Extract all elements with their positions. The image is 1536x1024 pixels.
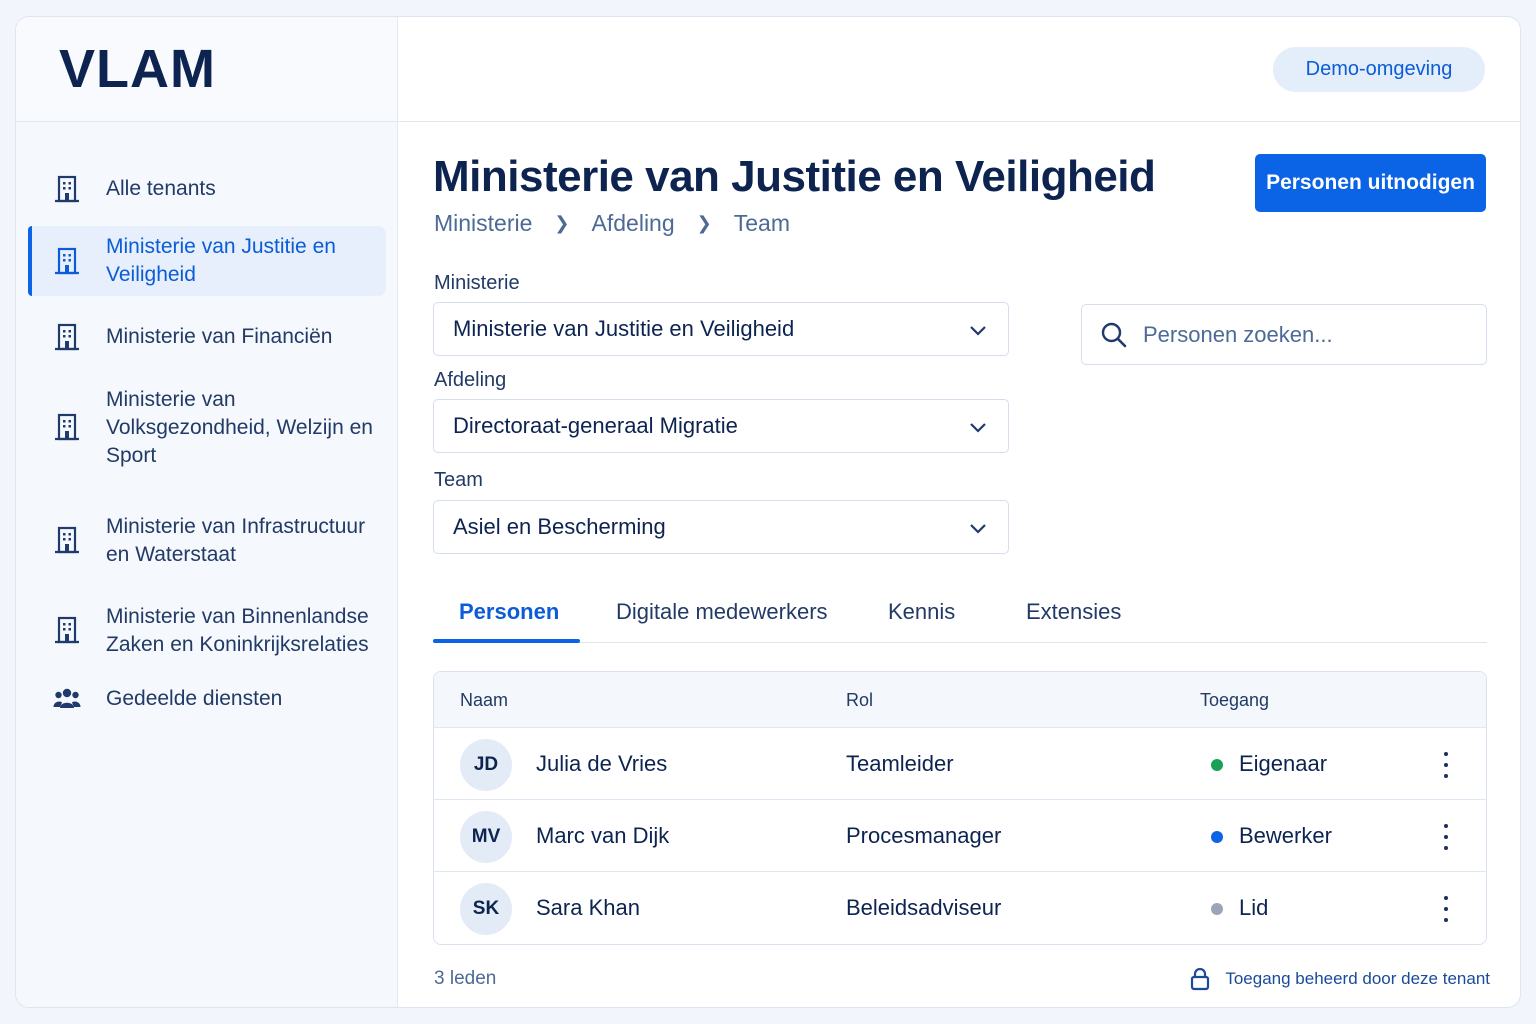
chevron-right-icon: ❯ <box>554 213 570 233</box>
environment-badge: Demo-omgeving <box>1273 47 1485 92</box>
access-note: Toegang beheerd door deze tenant <box>1189 967 1490 991</box>
people-table: Naam Rol Toegang JD Julia de Vries Teaml… <box>433 671 1487 945</box>
building-icon <box>52 615 82 645</box>
active-tab-indicator <box>433 639 580 643</box>
sidebar-item-all-tenants[interactable]: Alle tenants <box>28 169 386 209</box>
avatar: JD <box>460 739 512 791</box>
logo-area: VLAM <box>16 17 397 122</box>
table-row[interactable]: JD Julia de Vries Teamleider Eigenaar <box>434 728 1486 800</box>
breadcrumb-item-ministerie[interactable]: Ministerie <box>434 210 532 237</box>
search-input[interactable] <box>1143 315 1473 355</box>
invite-people-button[interactable]: Personen uitnodigen <box>1255 154 1486 212</box>
member-count: 3 leden <box>434 968 497 989</box>
tab-personen[interactable]: Personen <box>459 599 559 625</box>
person-role: Procesmanager <box>846 823 1002 848</box>
breadcrumb-item-team[interactable]: Team <box>734 210 790 237</box>
team-select-value: Asiel en Bescherming <box>453 514 666 539</box>
avatar: MV <box>460 811 512 863</box>
more-options-icon[interactable] <box>1434 752 1458 778</box>
sidebar-item-label: Ministerie van Justitie en Veiligheid <box>106 235 336 286</box>
building-icon <box>52 525 82 555</box>
building-icon <box>52 322 82 352</box>
access-level: Bewerker <box>1239 823 1332 848</box>
sidebar-item-label: Ministerie van Binnenlandse Zaken en Kon… <box>106 605 369 656</box>
team-label: Team <box>434 469 483 491</box>
column-header-access[interactable]: Toegang <box>1200 690 1269 711</box>
people-search[interactable] <box>1081 304 1487 365</box>
sidebar-item-gedeelde-diensten[interactable]: Gedeelde diensten <box>28 679 386 719</box>
table-header: Naam Rol Toegang <box>434 672 1486 728</box>
chevron-down-icon <box>970 423 986 433</box>
status-dot-icon <box>1211 831 1223 843</box>
breadcrumb-item-afdeling[interactable]: Afdeling <box>592 210 675 237</box>
tab-extensies[interactable]: Extensies <box>1026 599 1121 625</box>
sidebar-item-financien[interactable]: Ministerie van Financiën <box>28 317 386 357</box>
sidebar-item-infrastructuur[interactable]: Ministerie van Infrastructuur en Waterst… <box>28 509 386 571</box>
ministry-label: Ministerie <box>434 272 520 294</box>
chevron-right-icon: ❯ <box>696 213 712 233</box>
sidebar-item-label: Ministerie van Volksgezondheid, Welzijn … <box>106 388 373 467</box>
tab-kennis[interactable]: Kennis <box>888 599 955 625</box>
tab-bar: Personen Digitale medewerkers Kennis Ext… <box>433 587 1487 643</box>
team-select[interactable]: Asiel en Bescherming <box>433 500 1009 554</box>
building-icon <box>52 246 82 276</box>
column-header-name[interactable]: Naam <box>460 690 508 711</box>
sidebar-item-label: Ministerie van Infrastructuur en Waterst… <box>106 515 366 566</box>
top-bar: Demo-omgeving <box>398 17 1520 122</box>
building-icon <box>52 412 82 442</box>
main-content: Ministerie van Justitie en Veiligheid Pe… <box>398 122 1520 1007</box>
access-note-text: Toegang beheerd door deze tenant <box>1225 969 1490 988</box>
chevron-down-icon <box>970 524 986 534</box>
page-title: Ministerie van Justitie en Veiligheid <box>433 152 1156 201</box>
sidebar-item-volksgezondheid[interactable]: Ministerie van Volksgezondheid, Welzijn … <box>28 382 386 472</box>
access-level: Lid <box>1239 895 1269 920</box>
status-dot-icon <box>1211 903 1223 915</box>
avatar: SK <box>460 883 512 935</box>
department-select-value: Directoraat-generaal Migratie <box>453 413 738 438</box>
sidebar-item-justitie[interactable]: Ministerie van Justitie en Veiligheid <box>28 226 386 296</box>
more-options-icon[interactable] <box>1434 824 1458 850</box>
table-row[interactable]: SK Sara Khan Beleidsadviseur Lid <box>434 872 1486 944</box>
department-label: Afdeling <box>434 369 507 391</box>
access-level: Eigenaar <box>1239 751 1328 776</box>
department-select[interactable]: Directoraat-generaal Migratie <box>433 399 1009 453</box>
search-icon <box>1101 322 1127 348</box>
person-name: Marc van Dijk <box>536 823 670 848</box>
sidebar-item-label: Alle tenants <box>106 177 216 200</box>
person-role: Beleidsadviseur <box>846 895 1002 920</box>
column-header-role[interactable]: Rol <box>846 690 873 711</box>
sidebar: VLAM Alle tenants Ministerie van Justiti… <box>16 17 398 1007</box>
sidebar-item-label: Gedeelde diensten <box>106 687 283 710</box>
ministry-select[interactable]: Ministerie van Justitie en Veiligheid <box>433 302 1009 356</box>
app-logo[interactable]: VLAM <box>59 38 216 100</box>
sidebar-item-label: Ministerie van Financiën <box>106 325 333 348</box>
chevron-down-icon <box>970 326 986 336</box>
building-icon <box>52 174 82 204</box>
lock-icon <box>1191 967 1210 991</box>
more-options-icon[interactable] <box>1434 896 1458 922</box>
breadcrumb: Ministerie ❯ Afdeling ❯ Team <box>434 210 790 237</box>
users-icon <box>52 684 82 714</box>
ministry-select-value: Ministerie van Justitie en Veiligheid <box>453 316 795 341</box>
person-name: Julia de Vries <box>536 751 668 776</box>
status-dot-icon <box>1211 759 1223 771</box>
person-role: Teamleider <box>846 751 954 776</box>
sidebar-item-binnenlandse-zaken[interactable]: Ministerie van Binnenlandse Zaken en Kon… <box>28 599 386 661</box>
tab-digitale-medewerkers[interactable]: Digitale medewerkers <box>616 599 828 625</box>
table-row[interactable]: MV Marc van Dijk Procesmanager Bewerker <box>434 800 1486 872</box>
app-window: VLAM Alle tenants Ministerie van Justiti… <box>15 16 1521 1008</box>
person-name: Sara Khan <box>536 895 640 920</box>
